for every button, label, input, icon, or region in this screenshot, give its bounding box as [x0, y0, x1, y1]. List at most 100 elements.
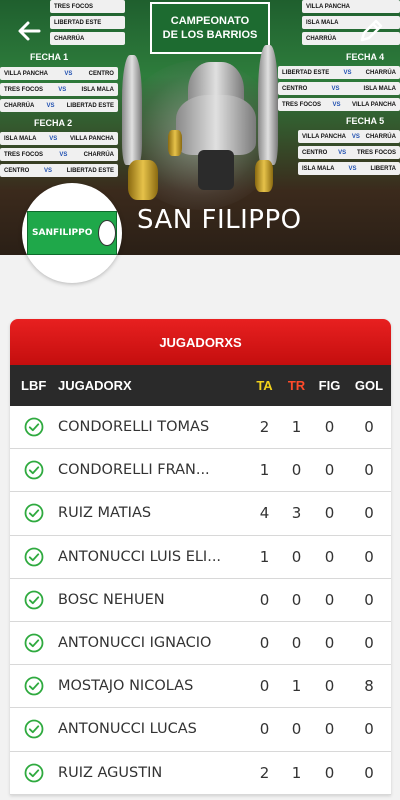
goals-count: 8 [364, 677, 374, 696]
trophy-stand [198, 150, 234, 190]
check-circle-icon [24, 763, 44, 782]
lbf-cell [10, 547, 58, 567]
fixture-row: LIBERTAD ESTE VS CHARRÚA [278, 66, 400, 79]
fixture-row: TRES FOCOS VS VILLA PANCHA [278, 98, 400, 111]
fixture-row: ISLA MALA VS LIBERTA [298, 162, 400, 175]
yellow-cards: 1 [259, 461, 270, 480]
table-row[interactable]: RUIZ AGUSTIN 2 1 0 0 [10, 752, 391, 795]
red-cards: 1 [291, 677, 302, 696]
banner-line-1: CAMPEONATO [170, 15, 250, 27]
col-fig: FIG [318, 378, 341, 393]
goals-count: 0 [364, 547, 374, 566]
check-circle-icon [24, 417, 44, 437]
pencil-icon [360, 19, 383, 42]
goals-count: 0 [364, 590, 374, 609]
golden-boot [128, 160, 158, 200]
edit-button[interactable] [356, 16, 386, 46]
figure-count: 0 [324, 634, 335, 653]
yellow-cards: 0 [259, 720, 270, 739]
lbf-cell [10, 633, 58, 653]
fixture-row: ISLA MALA VS VILLA PANCHA [0, 132, 118, 145]
yellow-cards: 2 [259, 763, 270, 782]
goals-count: 0 [364, 634, 374, 653]
lbf-cell [10, 719, 58, 739]
lbf-cell [10, 590, 58, 610]
player-name: MOSTAJO NICOLAS [58, 678, 194, 695]
back-button[interactable] [14, 16, 44, 46]
figure-count: 0 [324, 720, 335, 739]
fixture-label: FECHA 2 [34, 118, 73, 128]
fixture-row: TRES FOCOS [50, 0, 125, 13]
yellow-cards: 0 [259, 590, 270, 609]
player-name: BOSC NEHUEN [58, 591, 165, 608]
goals-count: 0 [364, 461, 374, 480]
check-circle-icon [24, 720, 44, 739]
table-row[interactable]: MOSTAJO NICOLAS 0 1 0 8 [10, 665, 391, 709]
table-row[interactable]: CONDORELLI TOMAS 2 1 0 0 [10, 406, 391, 450]
check-circle-icon [24, 633, 44, 653]
yellow-cards: 1 [259, 547, 270, 566]
fixture-row: TRES FOCOS VS CHARRÚA [0, 148, 118, 161]
red-cards: 3 [291, 504, 302, 523]
check-circle-icon [24, 547, 44, 567]
table-row[interactable]: ANTONUCCI LUCAS 0 0 0 0 [10, 708, 391, 752]
yellow-cards: 4 [259, 504, 270, 523]
table-row[interactable]: ANTONUCCI LUIS ELI... 1 0 0 0 [10, 536, 391, 579]
player-name: ANTONUCCI IGNACIO [58, 635, 212, 652]
yellow-cards: 2 [259, 418, 270, 437]
check-circle-icon [24, 504, 44, 523]
figure-count: 0 [324, 763, 335, 782]
red-cards: 1 [291, 763, 302, 782]
check-circle-icon [24, 590, 44, 610]
player-name: ANTONUCCI LUIS ELI... [58, 548, 222, 565]
fixture-label: FECHA 1 [30, 52, 69, 62]
red-cards: 0 [291, 590, 302, 609]
figure-count: 0 [324, 461, 335, 480]
figure-count: 0 [324, 504, 335, 523]
team-logo: SANFILIPPO [27, 211, 117, 255]
banner-line-2: DE LOS BARRIOS [162, 29, 258, 41]
lbf-cell [10, 417, 58, 437]
player-name: CONDORELLI TOMAS [58, 419, 210, 436]
fixture-row: CENTRO VS TRES FOCOS [298, 146, 400, 159]
team-name: SAN FILIPPO [137, 205, 302, 235]
golden-trophy [255, 160, 273, 192]
col-lbf: LBF [21, 378, 47, 393]
team-avatar: SANFILIPPO [22, 183, 122, 283]
arrow-left-icon [18, 21, 41, 41]
yellow-cards: 0 [259, 634, 270, 653]
player-name: RUIZ MATIAS [58, 505, 152, 522]
figure-count: 0 [324, 677, 335, 696]
fixture-row: VILLA PANCHA VS CENTRO [0, 67, 118, 80]
side-trophy [258, 45, 278, 165]
fixture-label: FECHA 5 [346, 116, 385, 126]
col-tr: TR [287, 378, 306, 393]
goals-count: 0 [364, 504, 374, 523]
main-trophy-base [176, 95, 256, 155]
golden-trophy [168, 130, 182, 156]
red-cards: 0 [291, 720, 302, 739]
table-row[interactable]: RUIZ MATIAS 4 3 0 0 [10, 492, 391, 536]
figure-count: 0 [324, 547, 335, 566]
players-card-title: JUGADORXS [10, 319, 391, 365]
table-row[interactable]: CONDORELLI FRAN... 1 0 0 0 [10, 449, 391, 493]
col-gol: GOL [354, 378, 384, 393]
lbf-cell [10, 503, 58, 523]
fixture-row: VILLA PANCHA VS CHARRÚA [298, 130, 400, 143]
red-cards: 0 [291, 634, 302, 653]
goals-count: 0 [364, 418, 374, 437]
fixture-row: CHARRÚA [50, 32, 125, 45]
fixture-row: LIBERTAD ESTE [50, 16, 125, 29]
fixture-row: TRES FOCOS VS ISLA MALA [0, 83, 118, 96]
table-row[interactable]: BOSC NEHUEN 0 0 0 0 [10, 579, 391, 622]
lbf-cell [10, 763, 58, 783]
side-trophy [122, 55, 142, 165]
goals-count: 0 [364, 720, 374, 739]
player-name: RUIZ AGUSTIN [58, 764, 163, 781]
table-row[interactable]: ANTONUCCI IGNACIO 0 0 0 0 [10, 622, 391, 666]
col-name: JUGADORX [58, 378, 132, 393]
figure-count: 0 [324, 418, 335, 437]
fixture-label: FECHA 4 [346, 52, 385, 62]
table-body: CONDORELLI TOMAS 2 1 0 0 CONDORELLI FRAN... 1 0… [10, 406, 391, 795]
red-cards: 0 [291, 547, 302, 566]
